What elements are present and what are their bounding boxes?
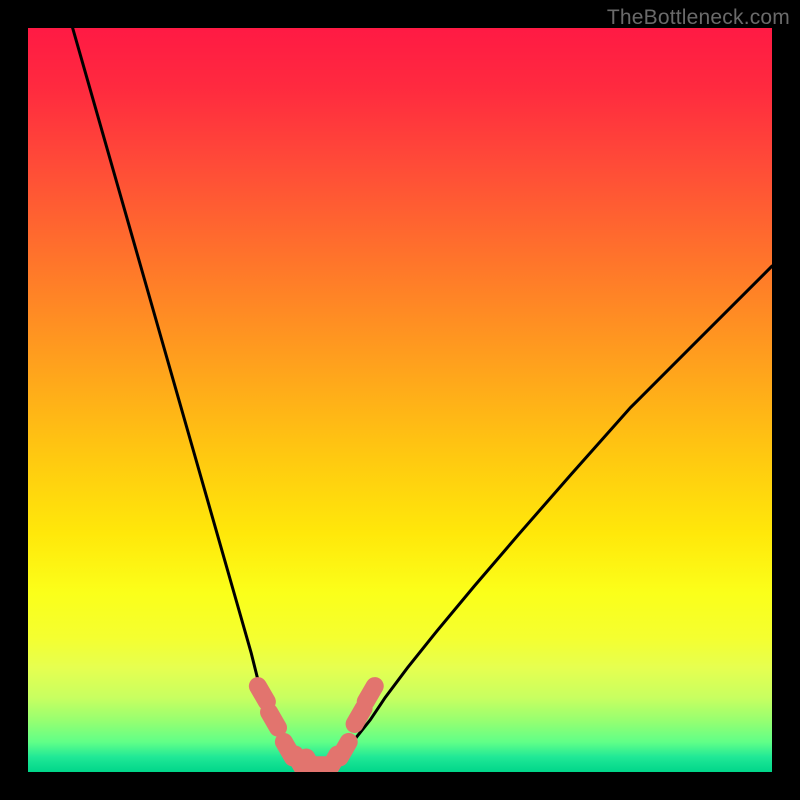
curve-marker	[340, 742, 349, 758]
chart-frame: TheBottleneck.com	[0, 0, 800, 800]
curve-marker	[355, 708, 364, 724]
chart-svg	[28, 28, 772, 772]
plot-area	[28, 28, 772, 772]
bottleneck-curve-left	[73, 28, 304, 765]
curve-marker	[258, 686, 267, 702]
curve-marker	[366, 686, 375, 702]
watermark-text: TheBottleneck.com	[607, 6, 790, 30]
curve-marker	[269, 712, 278, 728]
bottleneck-curve-right	[333, 266, 772, 764]
